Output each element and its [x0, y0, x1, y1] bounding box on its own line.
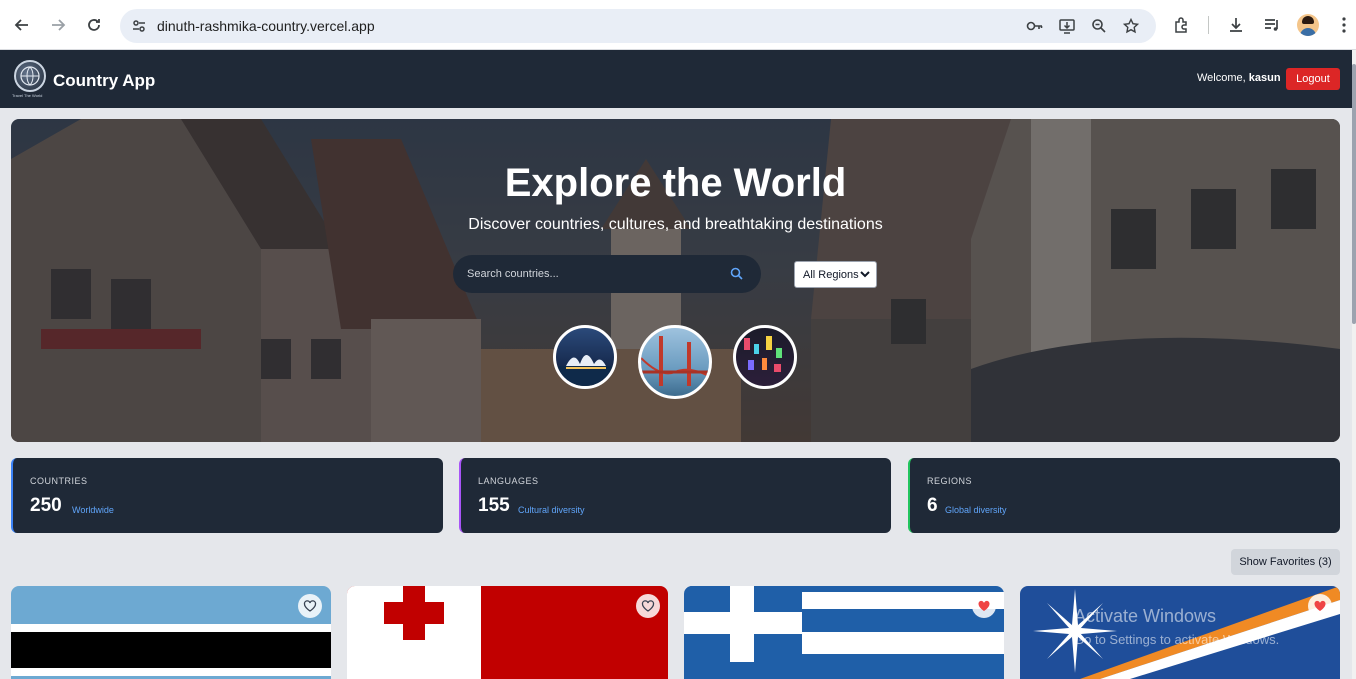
downloads-icon[interactable]	[1226, 15, 1246, 35]
stat-sub: Worldwide	[72, 505, 114, 515]
stat-card-regions: REGIONS 6 Global diversity	[908, 458, 1340, 533]
app-title[interactable]: Country App	[53, 71, 155, 91]
search-container	[453, 255, 761, 293]
heart-filled-icon[interactable]	[972, 594, 996, 618]
browser-toolbar: dinuth-rashmika-country.vercel.app	[0, 0, 1356, 50]
forward-arrow-icon[interactable]	[46, 13, 70, 37]
stat-label: LANGUAGES	[478, 476, 539, 486]
stat-card-languages: LANGUAGES 155 Cultural diversity	[459, 458, 891, 533]
search-icon[interactable]	[729, 266, 745, 282]
site-info-icon[interactable]	[130, 17, 148, 35]
heart-outline-icon[interactable]	[298, 594, 322, 618]
profile-avatar[interactable]	[1297, 14, 1319, 36]
logo-caption: Travel The World	[12, 93, 43, 98]
search-input[interactable]	[467, 265, 717, 283]
app-header: Travel The World Country App Welcome, ka…	[0, 50, 1352, 108]
address-bar[interactable]: dinuth-rashmika-country.vercel.app	[120, 9, 1156, 43]
hero-title: Explore the World	[504, 161, 847, 205]
city-thumbnail-tokyo[interactable]	[733, 325, 797, 389]
chevron-down-icon	[860, 269, 870, 282]
toolbar-divider	[1208, 16, 1209, 34]
globe-logo-icon[interactable]	[14, 60, 46, 92]
country-card-botswana[interactable]	[11, 586, 331, 679]
password-key-icon[interactable]	[1026, 17, 1044, 35]
more-menu-icon[interactable]	[1334, 15, 1354, 35]
city-thumbnail-sydney[interactable]	[553, 325, 617, 389]
stat-label: COUNTRIES	[30, 476, 88, 486]
hero-subtitle: Discover countries, cultures, and breath…	[468, 216, 883, 233]
stat-value: 6	[927, 495, 938, 516]
activate-windows-subtitle: Go to Settings to activate Windows.	[1074, 632, 1280, 647]
welcome-prefix: Welcome,	[1197, 72, 1246, 84]
logout-button[interactable]: Logout	[1286, 68, 1340, 90]
tonga-flag	[347, 586, 668, 679]
zoom-icon[interactable]	[1090, 17, 1108, 35]
install-app-icon[interactable]	[1058, 17, 1076, 35]
heart-outline-icon[interactable]	[636, 594, 660, 618]
stat-value: 155	[478, 495, 510, 516]
region-select[interactable]: All Regions	[794, 261, 877, 288]
welcome-text: Welcome, kasun	[1197, 72, 1281, 84]
stat-sub: Cultural diversity	[518, 505, 585, 515]
media-control-icon[interactable]	[1262, 15, 1282, 35]
country-card-greece[interactable]	[684, 586, 1004, 679]
stat-card-countries: COUNTRIES 250 Worldwide	[11, 458, 443, 533]
stat-value: 250	[30, 495, 62, 516]
country-card-tonga[interactable]	[347, 586, 668, 679]
activate-windows-title: Activate Windows	[1074, 606, 1217, 626]
stat-label: REGIONS	[927, 476, 973, 486]
bookmark-star-icon[interactable]	[1122, 17, 1140, 35]
page-scrollbar[interactable]	[1352, 50, 1356, 679]
username: kasun	[1248, 72, 1281, 84]
scrollbar-thumb[interactable]	[1352, 64, 1356, 324]
reload-icon[interactable]	[82, 13, 106, 37]
region-select-value: All Regions	[803, 268, 859, 281]
botswana-flag	[11, 586, 331, 679]
url-text[interactable]: dinuth-rashmika-country.vercel.app	[157, 18, 375, 34]
heart-filled-icon[interactable]	[1308, 594, 1332, 618]
hero-banner: Explore the World Discover countries, cu…	[11, 119, 1340, 442]
show-favorites-button[interactable]: Show Favorites (3)	[1231, 549, 1340, 575]
extensions-icon[interactable]	[1172, 15, 1192, 35]
back-arrow-icon[interactable]	[10, 13, 34, 37]
city-thumbnail-golden-gate[interactable]	[638, 325, 712, 399]
stat-sub: Global diversity	[945, 505, 1007, 515]
greece-flag	[684, 586, 1004, 679]
